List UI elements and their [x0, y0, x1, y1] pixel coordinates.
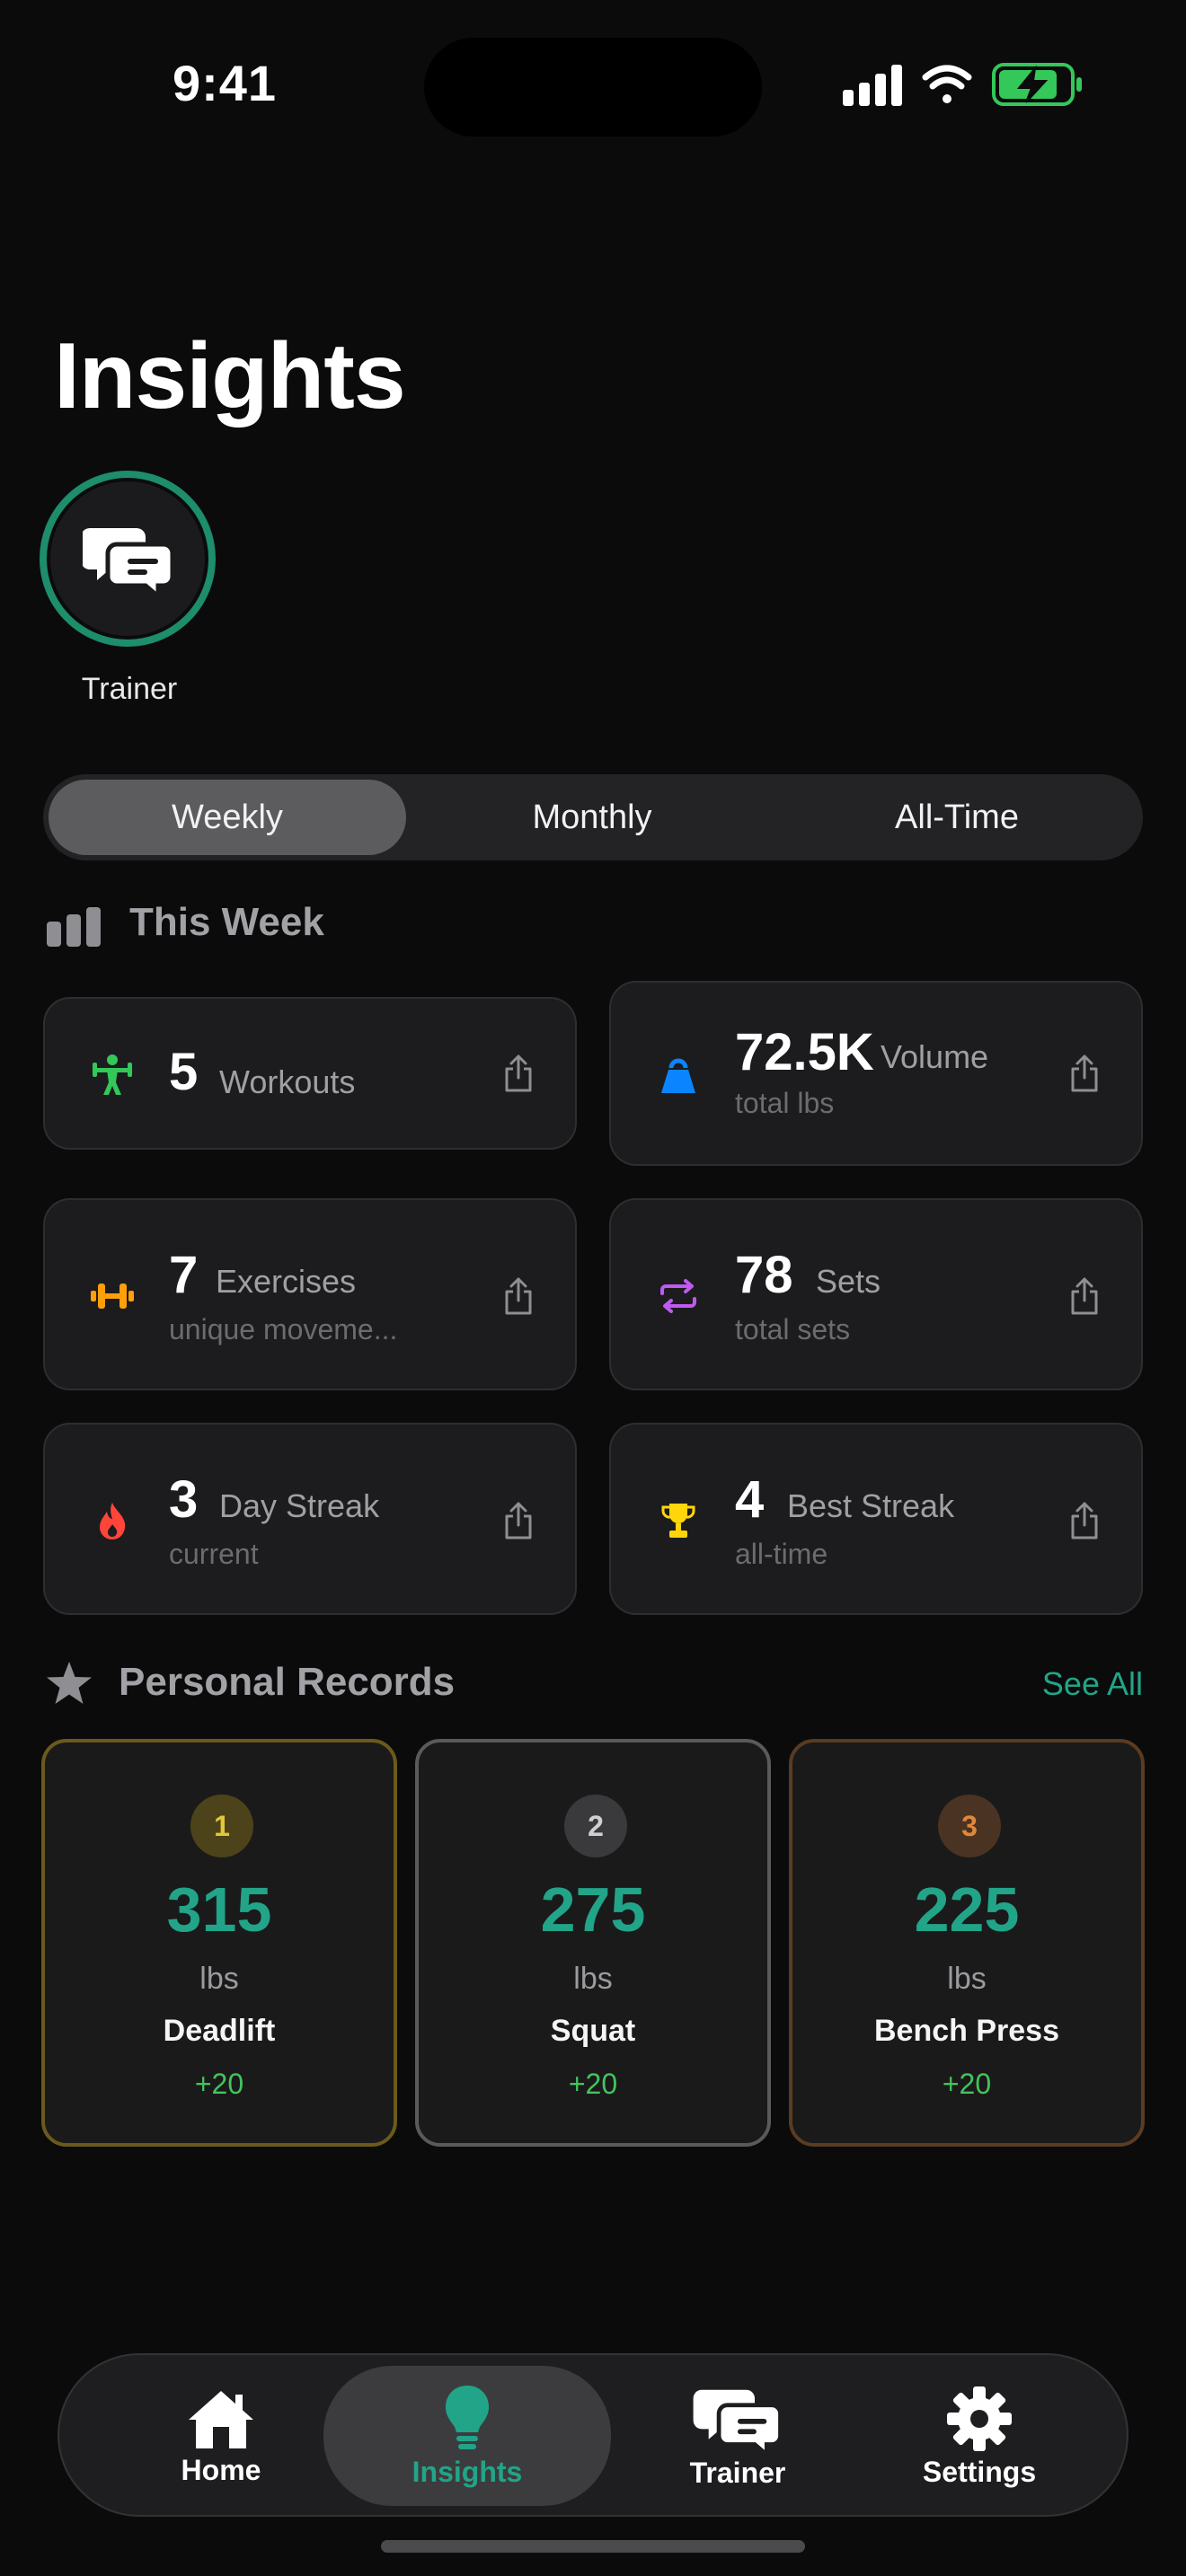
pr-value: 225 — [914, 1875, 1020, 1945]
stat-value: 3 — [169, 1470, 199, 1529]
tab-trainer[interactable]: Trainer — [625, 2355, 850, 2519]
personal-records-title: Personal Records — [119, 1660, 456, 1704]
share-icon[interactable] — [1069, 1054, 1100, 1092]
stat-label: Exercises — [216, 1263, 357, 1300]
chat-bubbles-icon — [693, 2389, 783, 2453]
pr-card-bench-press[interactable]: 3 225 lbs Bench Press +20 — [789, 1739, 1145, 2147]
trainer-story-button[interactable] — [40, 471, 216, 647]
flame-icon — [100, 1503, 126, 1539]
stat-value: 7 — [169, 1246, 199, 1304]
segment-weekly[interactable]: Weekly — [49, 780, 406, 855]
share-icon[interactable] — [1069, 1277, 1100, 1315]
rank-badge: 3 — [938, 1795, 1001, 1857]
pr-exercise: Deadlift — [163, 2014, 276, 2048]
stat-value: 72.5K — [735, 1023, 874, 1081]
chat-bubbles-icon — [83, 528, 173, 595]
segment-all-time[interactable]: All-Time — [778, 780, 1136, 855]
dumbbell-icon — [91, 1284, 134, 1309]
period-segmented-control: Weekly Monthly All-Time — [43, 774, 1143, 860]
tab-label: Home — [181, 2453, 261, 2486]
wifi-icon — [922, 65, 972, 103]
stat-value: 5 — [169, 1043, 199, 1101]
kettlebell-icon — [661, 1058, 695, 1093]
tab-settings[interactable]: Settings — [881, 2355, 1078, 2519]
stat-label: Workouts — [219, 1063, 356, 1100]
pr-delta: +20 — [942, 2068, 992, 2100]
pr-unit: lbs — [947, 1962, 987, 1996]
stat-card-day-streak[interactable]: 3 Day Streak current — [43, 1423, 577, 1615]
rank-badge: 1 — [190, 1795, 253, 1857]
stat-value: 4 — [735, 1470, 765, 1529]
pr-exercise: Squat — [550, 2014, 636, 2048]
star-icon — [47, 1662, 92, 1704]
house-icon — [189, 2390, 253, 2448]
this-week-title: This Week — [129, 900, 324, 944]
tab-bar: Home Insights Trainer Settings — [58, 2353, 1128, 2517]
stat-label: Best Streak — [787, 1487, 955, 1524]
figure-strength-icon — [93, 1054, 132, 1095]
pr-value: 275 — [540, 1875, 646, 1945]
stat-value: 78 — [735, 1246, 793, 1304]
share-icon[interactable] — [1069, 1502, 1100, 1539]
battery-charging-icon — [992, 63, 1082, 106]
cellular-signal-icon — [843, 65, 902, 106]
pr-unit: lbs — [199, 1962, 239, 1996]
tab-label: Settings — [922, 2455, 1037, 2488]
segment-monthly[interactable]: Monthly — [413, 780, 771, 855]
stat-subtitle: current — [169, 1538, 259, 1570]
stat-card-exercises[interactable]: 7 Exercises unique moveme... — [43, 1198, 577, 1390]
tab-label: Insights — [412, 2455, 523, 2488]
pr-delta: +20 — [568, 2068, 618, 2100]
page-title: Insights — [54, 324, 406, 428]
share-icon[interactable] — [503, 1277, 534, 1315]
stat-subtitle: total lbs — [735, 1087, 835, 1119]
chart-bar-icon — [47, 907, 101, 947]
pr-delta: +20 — [194, 2068, 244, 2100]
stat-label: Sets — [816, 1263, 881, 1300]
pr-unit: lbs — [573, 1962, 613, 1996]
repeat-arrows-icon — [660, 1279, 696, 1313]
home-indicator — [381, 2540, 805, 2553]
trainer-story-label: Trainer — [81, 672, 178, 706]
trophy-icon — [661, 1504, 695, 1538]
dynamic-island — [424, 38, 762, 137]
status-time: 9:41 — [172, 55, 278, 111]
share-icon[interactable] — [503, 1054, 534, 1092]
stat-subtitle: total sets — [735, 1313, 851, 1345]
stat-label: Day Streak — [219, 1487, 380, 1524]
status-icons — [843, 63, 1082, 106]
lightbulb-icon — [446, 2385, 489, 2449]
gear-icon — [947, 2386, 1012, 2451]
tab-home[interactable]: Home — [131, 2355, 311, 2519]
see-all-link[interactable]: See All — [988, 1665, 1143, 1703]
stat-card-best-streak[interactable]: 4 Best Streak all-time — [609, 1423, 1143, 1615]
tab-insights[interactable]: Insights — [323, 2366, 611, 2506]
pr-card-deadlift[interactable]: 1 315 lbs Deadlift +20 — [41, 1739, 397, 2147]
stat-subtitle: unique moveme... — [169, 1313, 398, 1345]
pr-value: 315 — [166, 1875, 272, 1945]
rank-badge: 2 — [564, 1795, 627, 1857]
stat-label: Volume — [881, 1038, 989, 1075]
tab-label: Trainer — [689, 2456, 786, 2489]
stat-card-volume[interactable]: 72.5K Volume total lbs — [609, 981, 1143, 1166]
share-icon[interactable] — [503, 1502, 534, 1539]
pr-exercise: Bench Press — [874, 2014, 1059, 2048]
stat-card-workouts[interactable]: 5 Workouts — [43, 997, 577, 1150]
pr-card-squat[interactable]: 2 275 lbs Squat +20 — [415, 1739, 771, 2147]
stat-card-sets[interactable]: 78 Sets total sets — [609, 1198, 1143, 1390]
stat-subtitle: all-time — [735, 1538, 828, 1570]
